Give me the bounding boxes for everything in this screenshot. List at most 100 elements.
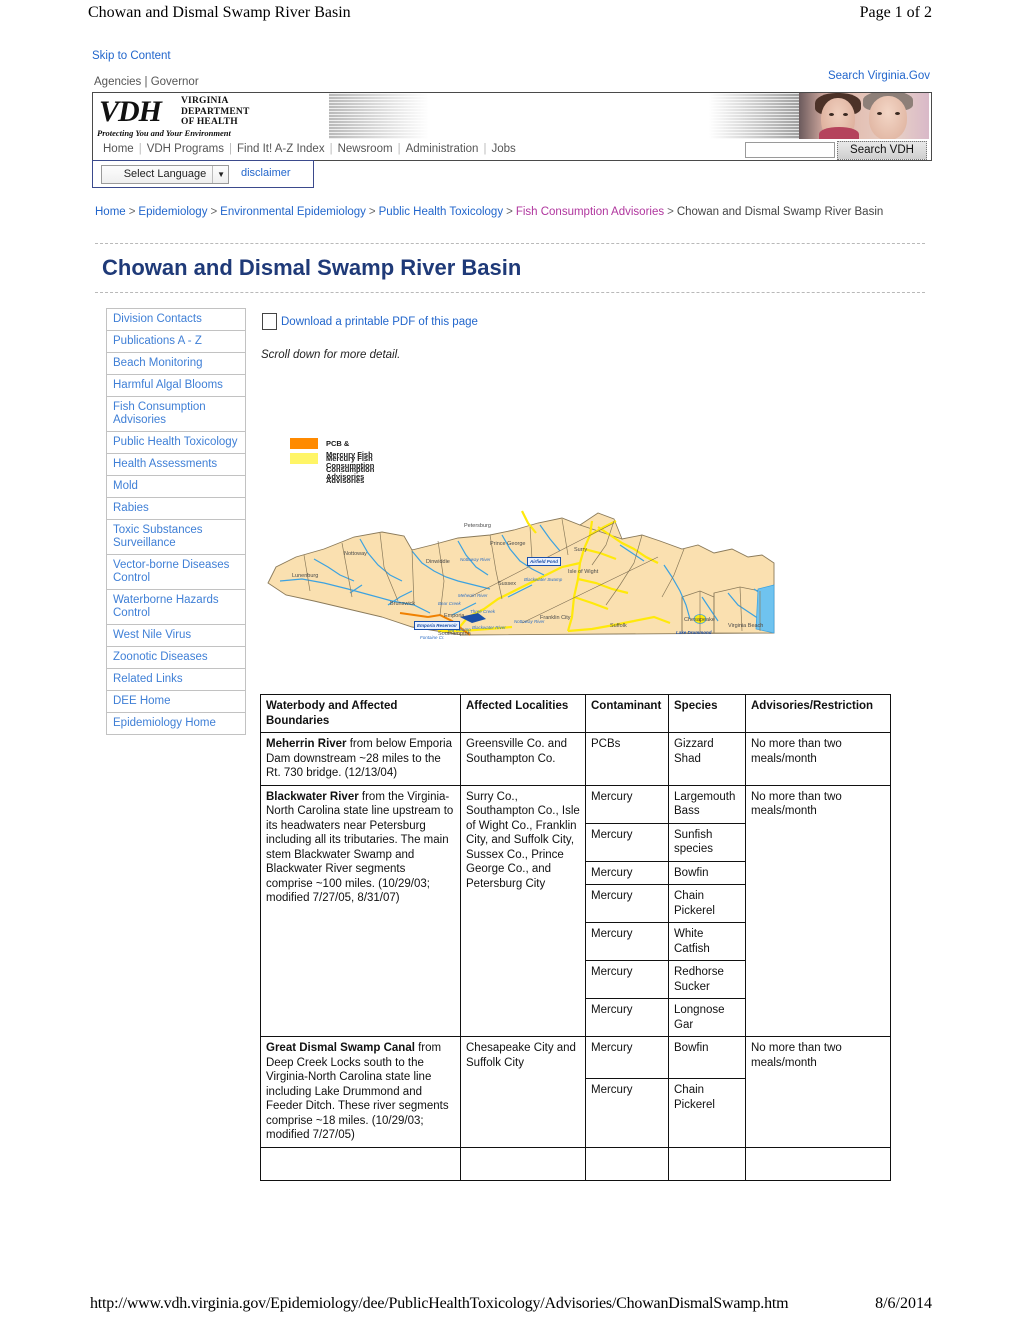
select-language-dropdown[interactable]: Select Language ▼ (101, 165, 229, 184)
sidebar-item-public-health-toxicology[interactable]: Public Health Toxicology (106, 431, 246, 453)
cell-species: Chain Pickerel (668, 884, 746, 923)
table-header-row: Waterbody and Affected Boundaries Affect… (260, 694, 891, 733)
breadcrumb-item-environmental-epidemiology[interactable]: Environmental Epidemiology (220, 206, 366, 218)
nav-item-find-it-az-index[interactable]: Find It! A-Z Index (237, 143, 325, 155)
print-page-indicator: Page 1 of 2 (859, 4, 932, 21)
table-row: Blackwater River from the Virginia-North… (260, 784, 891, 1037)
map-label-isle-of-wight: Isle of Wight (568, 569, 599, 575)
map-label-petersburg: Petersburg (464, 523, 491, 529)
sidebar-item-mold[interactable]: Mold (106, 475, 246, 497)
sidebar-item-toxic-substances-surveillance[interactable]: Toxic Substances Surveillance (106, 519, 246, 554)
cell-waterbody: Meherrin River from below Emporia Dam do… (260, 732, 461, 786)
nav-item-vdh-programs[interactable]: VDH Programs (147, 143, 224, 155)
main-navigation-bar: Home | VDH Programs | Find It! A-Z Index | New… (92, 140, 932, 161)
banner-photo-eye-3 (877, 112, 882, 115)
breadcrumb-sep-4: > (506, 206, 513, 218)
breadcrumb-item-epidemiology[interactable]: Epidemiology (138, 206, 207, 218)
search-input[interactable] (745, 142, 835, 158)
waterbody-name: Blackwater River (266, 790, 359, 803)
sidebar-item-related-links[interactable]: Related Links (106, 668, 246, 690)
table-row: Meherrin River from below Emporia Dam do… (260, 732, 891, 786)
sidebar-item-division-contacts[interactable]: Division Contacts (106, 308, 246, 330)
cell-localities-empty (460, 1146, 586, 1181)
map-label-chesapeake: Chesapeake (684, 617, 715, 623)
sidebar-item-zoonotic-diseases[interactable]: Zoonotic Diseases (106, 646, 246, 668)
map-water-label-bear-creek: Bear Creek (438, 601, 461, 606)
col-contaminant: Contaminant (585, 694, 669, 733)
cell-species: Chain Pickerel (668, 1078, 746, 1148)
col-species: Species (668, 694, 746, 733)
nav-item-administration[interactable]: Administration (406, 143, 479, 155)
map-label-prince-george: Prince George (490, 541, 526, 547)
breadcrumb: Home > Epidemiology > Environmental Epidemio… (95, 205, 925, 219)
cell-species: Bowfin (668, 1035, 746, 1080)
map-label-dinwiddie: Dinwiddie (426, 559, 450, 565)
map-water-label-three-creek: Three Creek (470, 609, 496, 614)
disclaimer-link[interactable]: disclaimer (241, 167, 291, 179)
banner-photo-eye-1 (829, 113, 834, 116)
select-language-label: Select Language (123, 168, 207, 180)
search-virginia-gov-link[interactable]: Search Virginia.Gov (828, 70, 930, 82)
search-vdh-button[interactable]: Search VDH (837, 141, 927, 160)
breadcrumb-item-public-health-toxicology[interactable]: Public Health Toxicology (379, 206, 503, 218)
breadcrumb-item-home[interactable]: Home (95, 206, 126, 218)
waterbody-name: Great Dismal Swamp Canal (266, 1042, 415, 1054)
sidebar-item-dee-home[interactable]: DEE Home (106, 690, 246, 712)
sidebar-item-harmful-algal-blooms[interactable]: Harmful Algal Blooms (106, 374, 246, 396)
language-bar: Select Language ▼ disclaimer (92, 160, 314, 188)
site-banner: VDH VIRGINIA DEPARTMENT OF HEALTH Protec… (92, 92, 932, 142)
cell-advisory-empty (745, 1146, 891, 1181)
map-boxed-label-emporia-reservoir: Emporia Reservoir (414, 621, 461, 630)
vdh-logo-line3: OF HEALTH (181, 117, 238, 127)
cell-species-empty (668, 1146, 746, 1181)
cell-contaminant: Mercury (585, 922, 669, 961)
cell-contaminant: Mercury (585, 884, 669, 923)
vdh-logo-line1: VIRGINIA (181, 96, 229, 106)
sidebar-item-publications-a-z[interactable]: Publications A - Z (106, 330, 246, 352)
cell-contaminant: Mercury (585, 998, 669, 1037)
vdh-logo[interactable]: VDH VIRGINIA DEPARTMENT OF HEALTH Protec… (93, 93, 329, 139)
sidebar-item-rabies[interactable]: Rabies (106, 497, 246, 519)
sidebar-item-health-assessments[interactable]: Health Assessments (106, 453, 246, 475)
sidebar-item-waterborne-hazards-control[interactable]: Waterborne Hazards Control (106, 589, 246, 624)
nav-item-jobs[interactable]: Jobs (491, 143, 515, 155)
sidebar-item-vector-borne-diseases-control[interactable]: Vector-borne Diseases Control (106, 554, 246, 589)
breadcrumb-sep-5: > (667, 206, 674, 218)
cell-waterbody-empty (260, 1146, 461, 1181)
map-water-label-nottoway-river: Nottoway River (460, 557, 491, 562)
bar-separator: | (144, 76, 148, 88)
nav-links: Home | VDH Programs | Find It! A-Z Index | New… (103, 143, 516, 155)
cell-localities: Chesapeake City and Suffolk City (460, 1036, 586, 1148)
governor-link[interactable]: Governor (151, 76, 199, 88)
waterbody-desc: from Deep Creek Locks south to the Virgi… (266, 1042, 449, 1141)
agencies-link[interactable]: Agencies (94, 76, 141, 88)
sidebar-item-west-nile-virus[interactable]: West Nile Virus (106, 624, 246, 646)
nav-item-home[interactable]: Home (103, 143, 134, 155)
vdh-logo-mark: VDH (99, 95, 162, 128)
download-pdf-link[interactable]: Download a printable PDF of this page (281, 316, 478, 328)
sidebar-item-beach-monitoring[interactable]: Beach Monitoring (106, 352, 246, 374)
print-footer-url: http://www.vdh.virginia.gov/Epidemiology… (90, 1295, 789, 1312)
cell-contaminant: Mercury (585, 1078, 669, 1148)
pdf-file-icon (262, 313, 277, 330)
map-label-nottoway: Nottoway (344, 551, 367, 557)
cell-waterbody: Great Dismal Swamp Canal from Deep Creek… (260, 1036, 461, 1148)
table-row-partial (260, 1146, 891, 1181)
skip-to-content-link[interactable]: Skip to Content (92, 50, 171, 62)
river-basin-map: Lunenburg Nottoway Dinwiddie Brunswick E… (262, 505, 782, 680)
banner-photo-face-right (869, 96, 907, 139)
cell-species: Sunfish species (668, 822, 746, 862)
banner-photo-scarf (819, 127, 859, 139)
breadcrumb-sep-3: > (368, 206, 376, 218)
banner-photo-eye-4 (895, 112, 900, 115)
cell-species: Largemouth Bass (668, 784, 746, 824)
banner-gradient-left (329, 93, 429, 139)
sidebar-item-epidemiology-home[interactable]: Epidemiology Home (106, 712, 246, 735)
print-footer-date: 8/6/2014 (875, 1295, 932, 1312)
breadcrumb-item-fish-consumption-advisories[interactable]: Fish Consumption Advisories (516, 206, 664, 218)
nav-sep-2: | (229, 143, 233, 155)
nav-item-newsroom[interactable]: Newsroom (338, 143, 393, 155)
cell-waterbody: Blackwater River from the Virginia-North… (260, 784, 461, 1037)
sidebar-item-fish-consumption-advisories[interactable]: Fish Consumption Advisories (106, 396, 246, 431)
cell-contaminant-empty (585, 1146, 669, 1181)
